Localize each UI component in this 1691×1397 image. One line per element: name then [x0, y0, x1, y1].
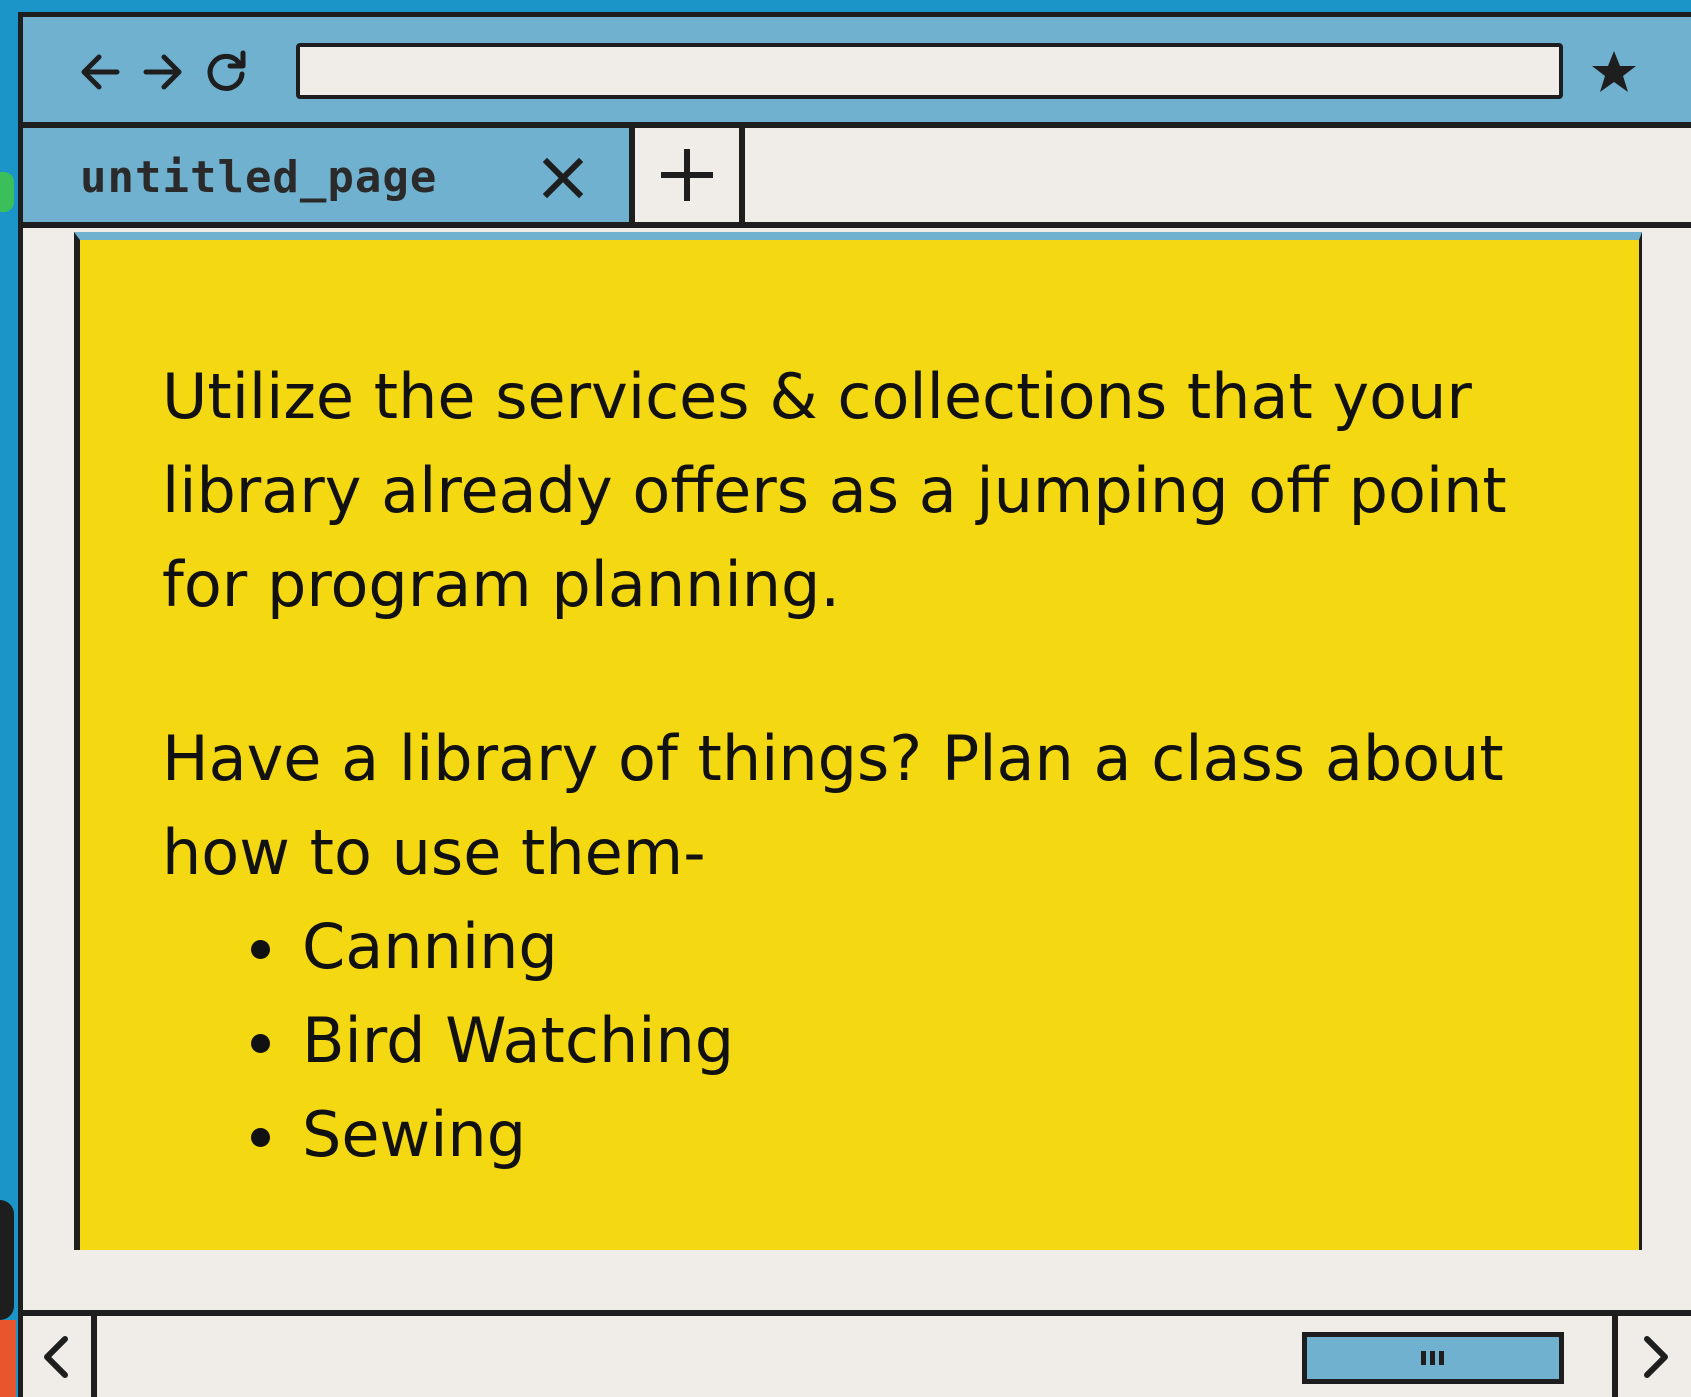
back-button[interactable] — [72, 44, 128, 100]
arrow-right-icon — [143, 54, 182, 90]
close-icon — [542, 157, 584, 199]
scroll-right-button[interactable] — [1612, 1316, 1691, 1397]
decor-dark-shape — [0, 1200, 14, 1320]
forward-button[interactable] — [135, 44, 191, 100]
intro-paragraph: Utilize the services & collections that … — [162, 360, 1507, 621]
class-ideas-list: Canning Bird Watching Sewing — [162, 900, 1582, 1182]
page-content-text: Utilize the services & collections that … — [162, 350, 1582, 1182]
library-of-things-paragraph: Have a library of things? Plan a class a… — [162, 722, 1504, 889]
reload-icon — [207, 50, 246, 91]
scrollbar-thumb[interactable] — [1302, 1332, 1564, 1384]
backdrop-strip-top — [0, 0, 1691, 12]
new-tab-button[interactable] — [635, 128, 745, 228]
grip-icon — [1421, 1351, 1444, 1365]
list-item: Sewing — [296, 1088, 1582, 1182]
scroll-left-button[interactable] — [23, 1316, 97, 1397]
chevron-left-icon — [44, 1335, 68, 1378]
star-icon — [1592, 51, 1636, 92]
list-item: Bird Watching — [296, 994, 1582, 1088]
address-bar-input[interactable] — [296, 43, 1563, 99]
chevron-right-icon — [1643, 1335, 1668, 1378]
bookmark-button[interactable] — [1582, 44, 1646, 100]
list-item: Canning — [296, 900, 1582, 994]
reload-button[interactable] — [198, 44, 254, 100]
arrow-left-icon — [81, 54, 120, 90]
decor-green-shape — [0, 172, 14, 212]
plus-icon — [661, 149, 713, 201]
decor-orange-shape — [0, 1320, 16, 1397]
tab-title: untitled_page — [80, 152, 438, 203]
close-tab-button[interactable] — [535, 150, 591, 206]
